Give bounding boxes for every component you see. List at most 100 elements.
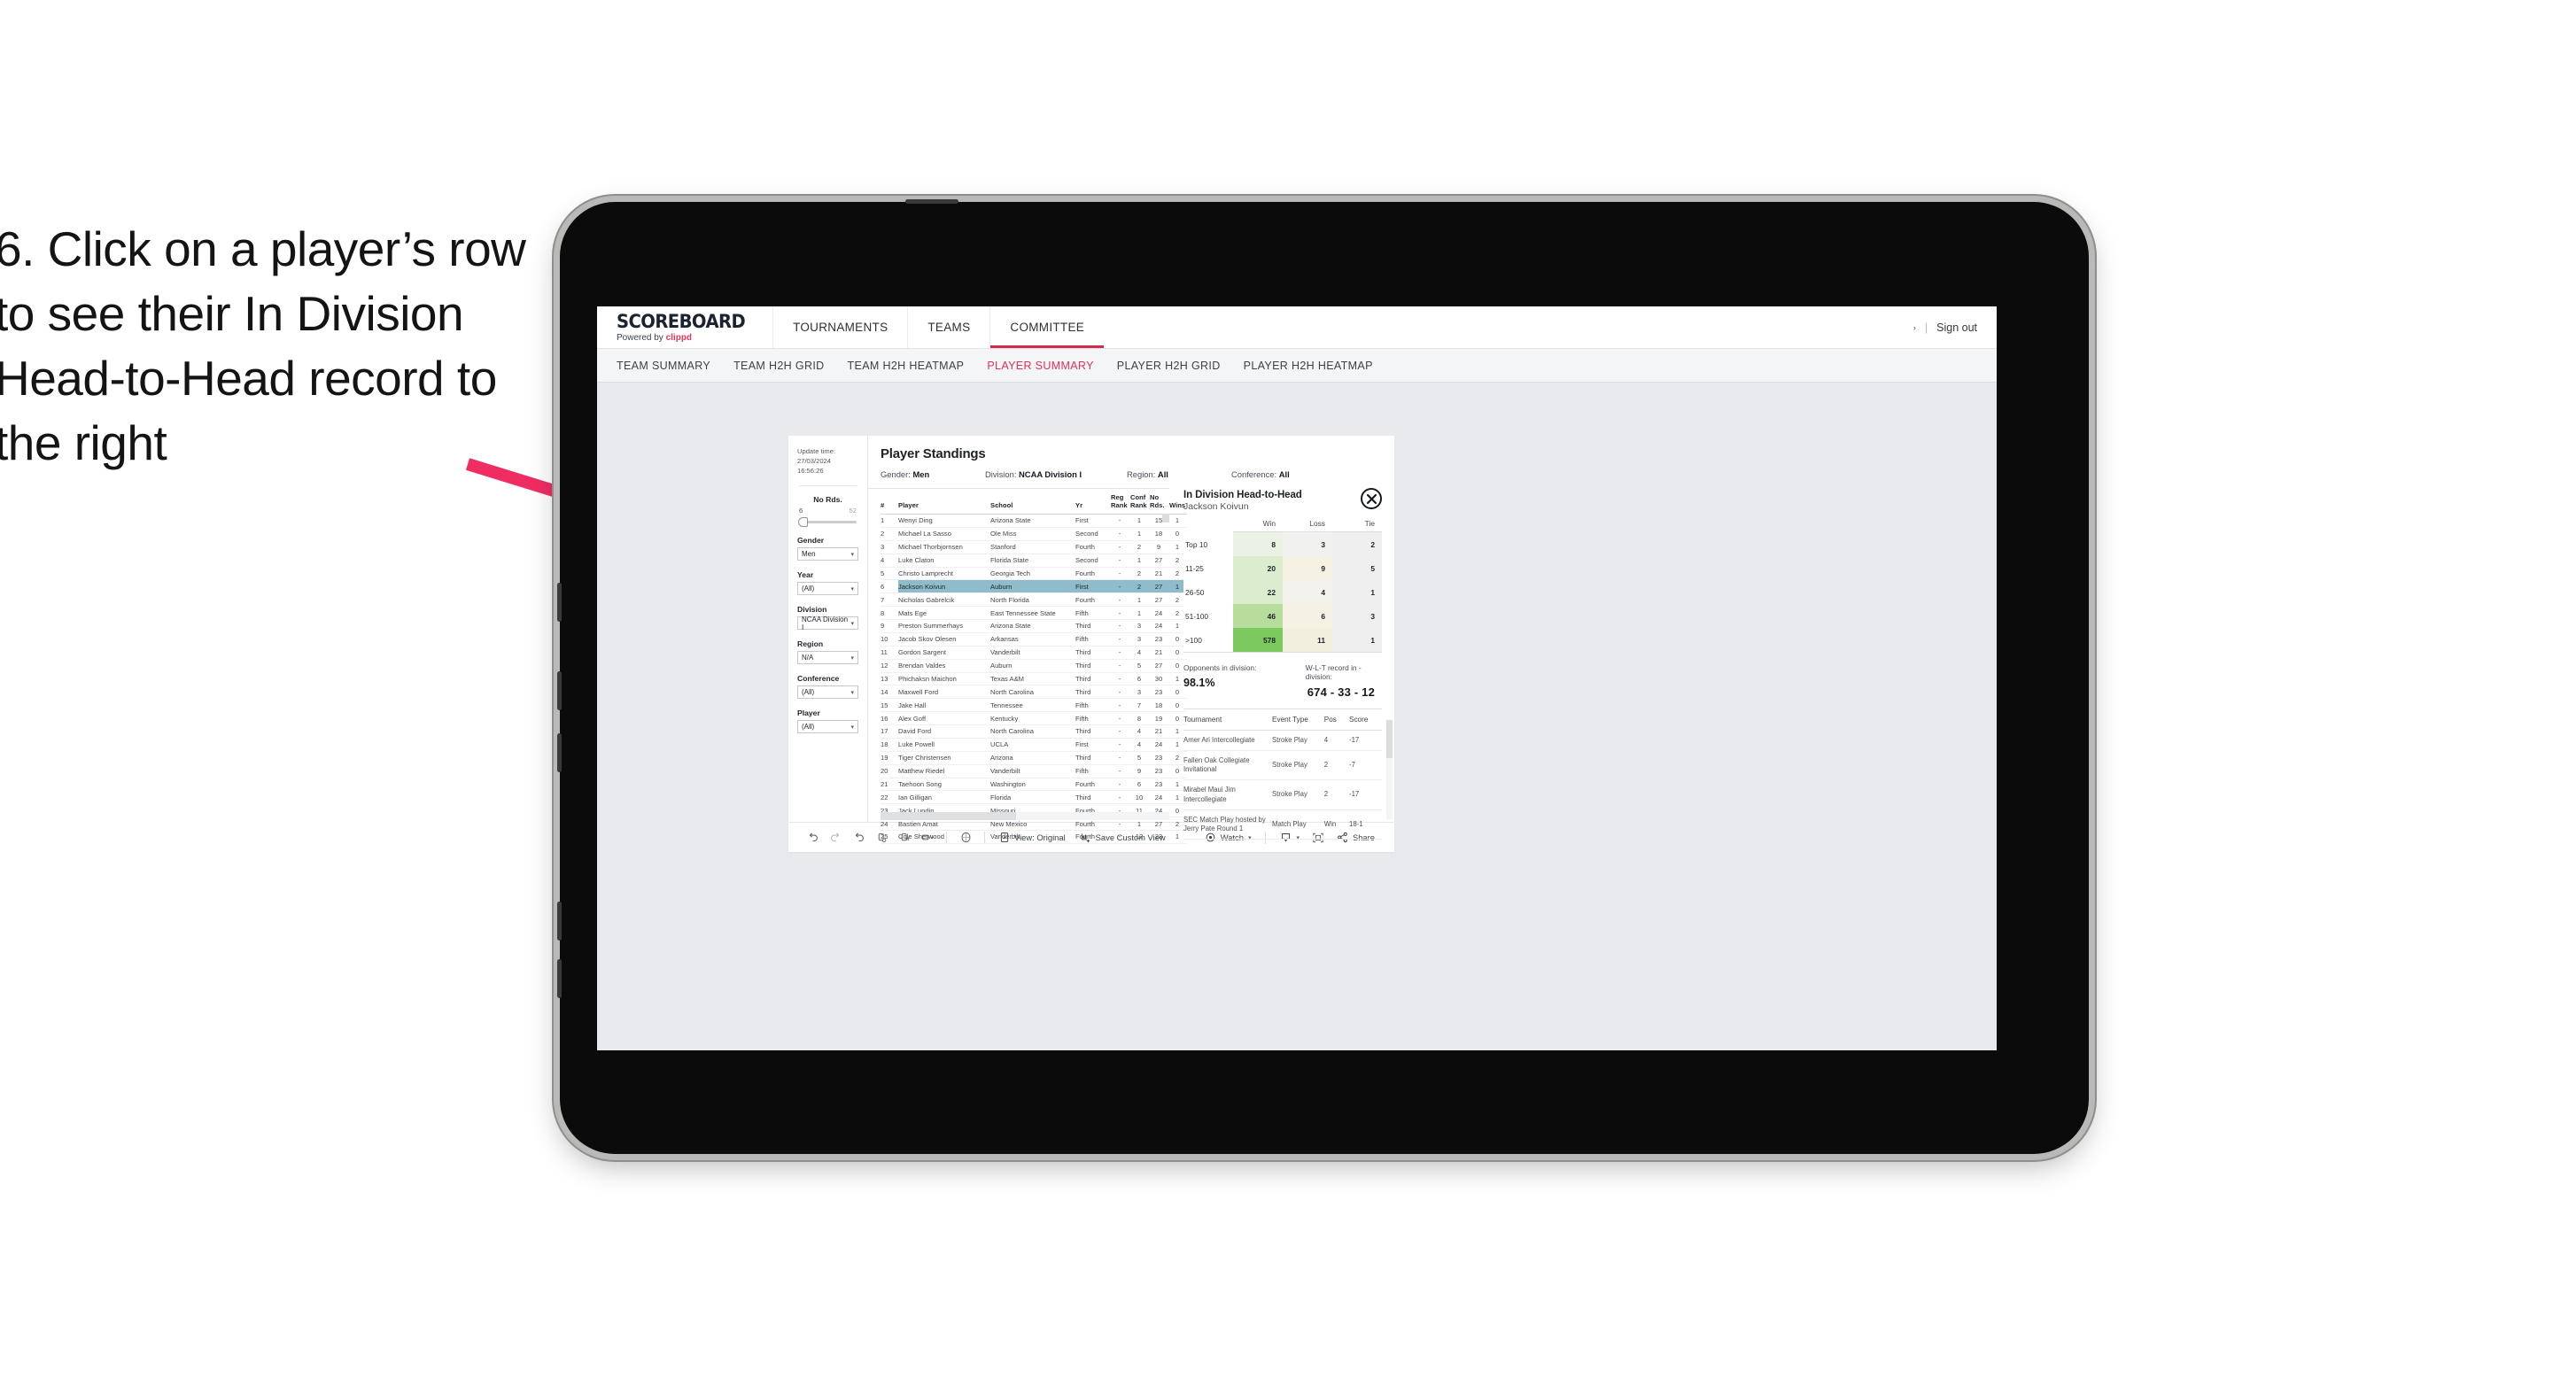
th-school[interactable]: School — [990, 489, 1075, 515]
player-select[interactable]: (All) ▾ — [797, 720, 858, 733]
table-row[interactable]: 16 Alex Goff Kentucky Fifth -8 19 0 — [881, 711, 1187, 725]
cell-reg-rank: - — [1111, 606, 1130, 620]
conference-select[interactable]: (All) ▾ — [797, 685, 858, 699]
tab-player-h2h-heatmap[interactable]: PLAYER H2H HEATMAP — [1244, 360, 1373, 372]
table-row[interactable]: 20 Matthew Riedel Vanderbilt Fifth -9 23 0 — [881, 764, 1187, 778]
table-row[interactable]: 2 Michael La Sasso Ole Miss Second -1 18 0 — [881, 527, 1187, 541]
player-standings-table: # Player School Yr Reg Rank Conf Rank No… — [881, 489, 1187, 844]
table-row[interactable]: 9 Preston Summerhays Arizona State Third -3 2… — [881, 619, 1187, 633]
side-button-a[interactable] — [557, 902, 562, 941]
th-conf-rank[interactable]: Conf Rank — [1130, 489, 1150, 515]
nav-item-teams[interactable]: TEAMS — [907, 306, 989, 348]
h2h-loss-cell: 9 — [1283, 556, 1332, 580]
volume-up-button[interactable] — [557, 671, 562, 710]
scrollbar-thumb[interactable] — [881, 812, 1017, 820]
tab-team-summary[interactable]: TEAM SUMMARY — [617, 360, 710, 372]
cell-reg-rank: - — [1111, 685, 1130, 700]
cell-yr: Third — [1075, 751, 1111, 765]
th-no-rds[interactable]: No Rds. — [1150, 489, 1169, 515]
table-row[interactable]: 8 Mats Ege East Tennessee State Fifth -1 24 2 — [881, 606, 1187, 620]
nav-item-committee[interactable]: COMMITTEE — [989, 306, 1104, 348]
h2h-loss-cell: 3 — [1283, 531, 1332, 556]
th-event-type[interactable]: Event Type — [1272, 708, 1324, 731]
cell-yr: Second — [1075, 527, 1111, 541]
redo-icon[interactable] — [824, 828, 847, 848]
cell-no-rds: 24 — [1150, 606, 1169, 620]
table-row[interactable]: 12 Brendan Valdes Auburn Third -5 27 0 — [881, 659, 1187, 673]
cell-conf-rank: 1 — [1130, 527, 1150, 541]
table-row[interactable]: 22 Ian Gilligan Florida Third -10 24 1 — [881, 790, 1187, 805]
account-chevron-icon[interactable]: › — [1913, 323, 1916, 332]
power-button[interactable] — [557, 583, 562, 622]
tab-player-summary[interactable]: PLAYER SUMMARY — [987, 360, 1093, 372]
cell-player: Jacob Skov Olesen — [898, 632, 990, 647]
table-row[interactable]: 3 Michael Thorbjornsen Stanford Fourth -2 9 1 — [881, 540, 1187, 554]
filter-conference: Conference (All) ▾ — [797, 674, 858, 699]
tab-team-h2h-grid[interactable]: TEAM H2H GRID — [733, 360, 824, 372]
slider-handle[interactable] — [798, 517, 808, 527]
list-item[interactable]: Amer Ari Intercollegiate Stroke Play 4 -17 — [1183, 730, 1382, 752]
undo-icon[interactable] — [801, 828, 824, 848]
year-select[interactable]: (All) ▾ — [797, 582, 858, 595]
nav-item-tournaments[interactable]: TOURNAMENTS — [772, 306, 907, 348]
list-item[interactable]: Fallen Oak Collegiate Invitational Stroke… — [1183, 750, 1382, 781]
cell-rank: 10 — [881, 632, 898, 647]
chevron-down-icon: ▾ — [850, 620, 854, 627]
table-row[interactable]: 18 Luke Powell UCLA First -4 24 1 — [881, 738, 1187, 752]
table-row[interactable]: 10 Jacob Skov Olesen Arkansas Fifth -3 23 0 — [881, 632, 1187, 647]
tab-team-h2h-heatmap[interactable]: TEAM H2H HEATMAP — [848, 360, 965, 372]
table-row[interactable]: 1 Wenyi Ding Arizona State First -1 15 1 — [881, 514, 1187, 528]
side-button-b[interactable] — [557, 959, 562, 998]
cell-reg-rank: - — [1111, 790, 1130, 805]
table-row[interactable]: 25 Cole Sherwood Vanderbilt Fourth -12 23 1 — [881, 830, 1187, 844]
region-label: Region — [797, 639, 824, 648]
gender-select[interactable]: Men ▾ — [797, 547, 858, 561]
cell-no-rds: 24 — [1150, 619, 1169, 633]
division-select[interactable]: NCAA Division I ▾ — [797, 616, 858, 631]
scrollbar-thumb[interactable] — [1386, 720, 1393, 758]
revert-icon[interactable] — [847, 828, 870, 848]
main-column: Player Standings Gender: Men Division: N… — [868, 436, 1394, 844]
region-select[interactable]: N/A ▾ — [797, 651, 858, 664]
th-player[interactable]: Player — [898, 489, 990, 515]
th-score[interactable]: Score — [1349, 708, 1382, 731]
close-icon[interactable] — [1361, 488, 1382, 509]
brand-logo[interactable]: SCOREBOARD Powered by clippd — [597, 306, 772, 348]
cell-conf-rank: 3 — [1130, 619, 1150, 633]
cell-event-type: Stroke Play — [1272, 779, 1324, 810]
th-tournament[interactable]: Tournament — [1183, 708, 1273, 731]
table-row[interactable]: 7 Nicholas Gabrelcik North Florida Fourth -1… — [881, 592, 1187, 608]
table-row[interactable]: 17 David Ford North Carolina Third -4 21 1 — [881, 724, 1187, 739]
tournament-vertical-scrollbar[interactable] — [1386, 720, 1393, 819]
table-row[interactable]: 15 Jake Hall Tennessee Fifth -7 18 0 — [881, 698, 1187, 713]
cell-rank: 2 — [881, 527, 898, 541]
table-row[interactable]: 19 Tiger Christensen Arizona Third -5 23 2 — [881, 751, 1187, 765]
cell-tournament-name: SEC Match Play hosted by Jerry Pate Roun… — [1183, 809, 1273, 840]
cell-reg-rank: - — [1111, 554, 1130, 568]
cell-school: UCLA — [990, 738, 1075, 752]
cell-reg-rank: - — [1111, 751, 1130, 765]
no-rds-slider[interactable] — [797, 517, 858, 527]
table-row[interactable]: 14 Maxwell Ford North Carolina Third -3 23 0 — [881, 685, 1187, 700]
player-table-vertical-scrollbar[interactable] — [1162, 514, 1169, 523]
sign-out-link[interactable]: Sign out — [1936, 321, 1977, 334]
h2h-win-cell: 46 — [1233, 604, 1283, 628]
list-item[interactable]: Mirabel Maui Jim Intercollegiate Stroke P… — [1183, 779, 1382, 810]
table-row[interactable]: 4 Luke Claton Florida State Second -1 27 2 — [881, 554, 1187, 568]
list-item[interactable]: SEC Match Play hosted by Jerry Pate Roun… — [1183, 809, 1382, 840]
th-rank[interactable]: # — [881, 489, 898, 515]
table-row[interactable]: 21 Taehoon Song Washington Fourth -6 23 1 — [881, 778, 1187, 792]
tab-player-h2h-grid[interactable]: PLAYER H2H GRID — [1117, 360, 1221, 372]
table-row[interactable]: 11 Gordon Sargent Vanderbilt Third -4 21 0 — [881, 646, 1187, 660]
cell-conf-rank: 10 — [1130, 790, 1150, 805]
table-row[interactable]: 13 Phichaksn Maichon Texas A&M Third -6 30 1 — [881, 672, 1187, 686]
volume-down-button[interactable] — [557, 733, 562, 772]
player-table-horizontal-scrollbar[interactable] — [881, 812, 1169, 820]
table-row[interactable]: 6 Jackson Koivun Auburn First -2 27 1 — [881, 579, 1187, 594]
crumb-division-val: NCAA Division I — [1019, 469, 1082, 479]
table-row[interactable]: 5 Christo Lamprecht Georgia Tech Fourth -2 21… — [881, 567, 1187, 581]
cell-reg-rank: - — [1111, 659, 1130, 673]
th-yr[interactable]: Yr — [1075, 489, 1111, 515]
th-reg-rank[interactable]: Reg Rank — [1111, 489, 1130, 515]
th-pos[interactable]: Pos — [1323, 708, 1349, 731]
